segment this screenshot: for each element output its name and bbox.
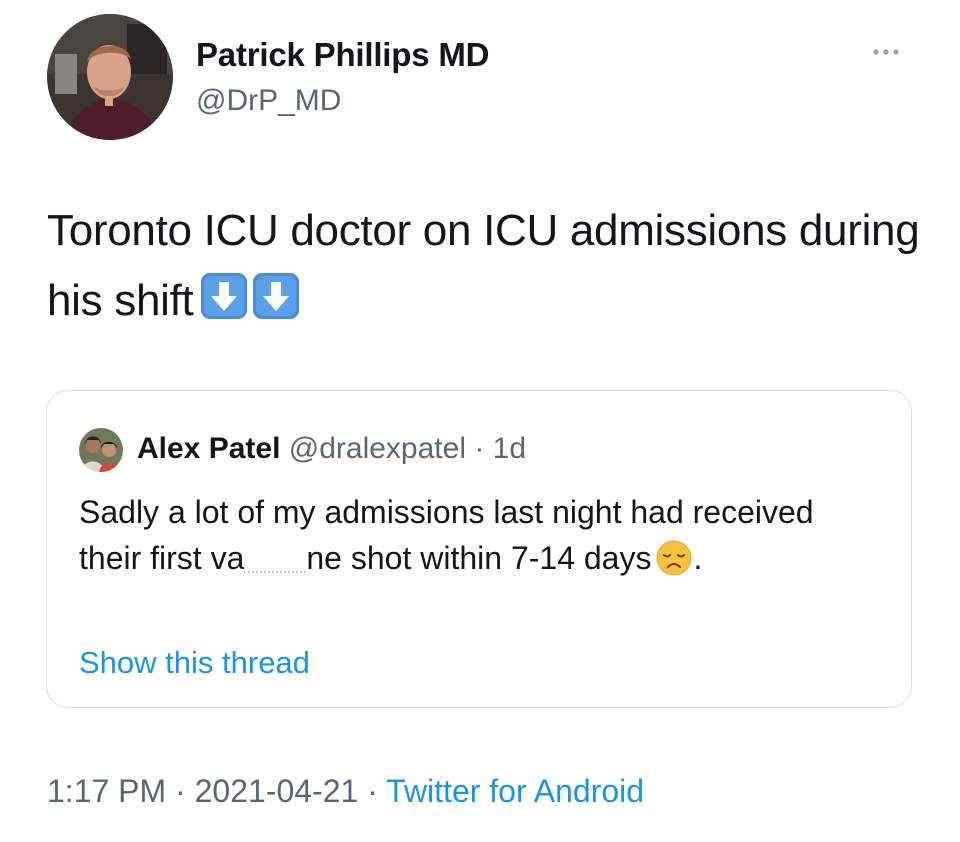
down-arrow-emoji-icon bbox=[251, 271, 301, 321]
quoted-author-avatar[interactable] bbox=[79, 428, 123, 472]
quoted-tweet-text: Sadly a lot of my admissions last night … bbox=[79, 489, 879, 581]
quoted-author-handle[interactable]: @dralexpatel bbox=[289, 432, 466, 465]
quoted-text-end: . bbox=[693, 540, 703, 576]
tweet-time[interactable]: 1:17 PM bbox=[47, 773, 166, 809]
author-avatar[interactable] bbox=[47, 14, 173, 140]
tweet-text-content: Toronto ICU doctor on ICU admissions dur… bbox=[47, 206, 920, 325]
author-handle[interactable]: @DrP_MD bbox=[196, 82, 341, 120]
footer-separator: · bbox=[358, 773, 387, 809]
tweet-date[interactable]: 2021-04-21 bbox=[195, 773, 359, 809]
quoted-tweet-card[interactable]: Alex Patel @dralexpatel · 1d Sadly a lot… bbox=[46, 390, 912, 708]
tweet-text: Toronto ICU doctor on ICU admissions dur… bbox=[47, 196, 927, 336]
ellipsis-icon bbox=[873, 49, 899, 55]
tweet-footer: 1:17 PM · 2021-04-21 · Twitter for Andro… bbox=[47, 770, 644, 812]
profile-photo-icon bbox=[79, 428, 123, 472]
show-thread-link[interactable]: Show this thread bbox=[79, 643, 310, 683]
more-options-button[interactable] bbox=[866, 40, 906, 64]
down-arrow-emoji-icon bbox=[199, 271, 249, 321]
author-display-name[interactable]: Patrick Phillips MD bbox=[196, 35, 489, 75]
footer-separator: · bbox=[166, 773, 195, 809]
quoted-text-part2: ne shot within 7-14 days bbox=[306, 540, 652, 576]
disappointed-face-emoji-icon bbox=[655, 539, 693, 577]
tweet-source-link[interactable]: Twitter for Android bbox=[386, 773, 644, 809]
profile-photo-icon bbox=[47, 14, 173, 140]
redacted-area bbox=[244, 543, 307, 573]
quoted-tweet-header: Alex Patel @dralexpatel · 1d bbox=[137, 429, 526, 469]
quoted-tweet-age: 1d bbox=[492, 432, 527, 465]
meta-separator: · bbox=[465, 432, 493, 465]
quoted-author-name[interactable]: Alex Patel bbox=[137, 432, 280, 465]
